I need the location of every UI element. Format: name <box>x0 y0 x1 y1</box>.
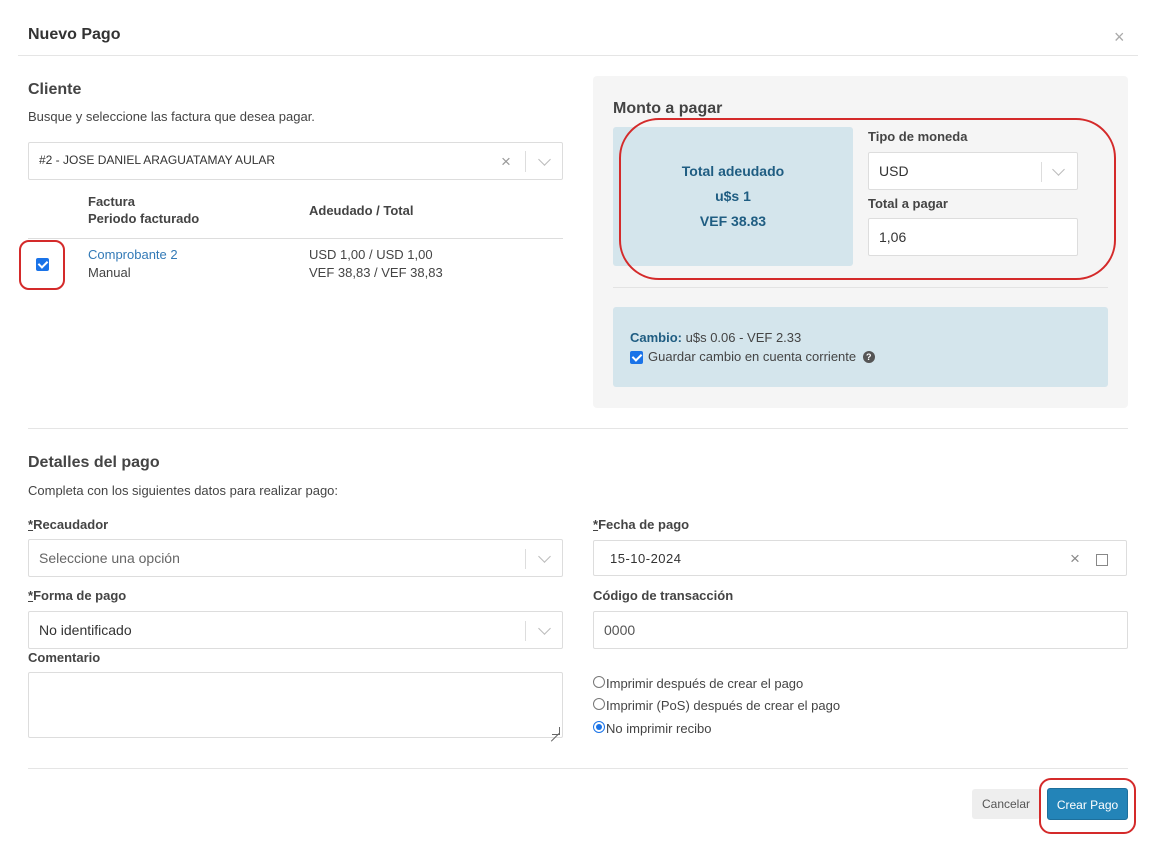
table-header-divider <box>28 238 563 239</box>
recaudador-select[interactable]: Seleccione una opción <box>28 539 563 577</box>
header-divider <box>18 55 1138 56</box>
chevron-down-icon[interactable] <box>538 550 551 563</box>
comentario-label: Comentario <box>28 650 101 665</box>
radio-no-print[interactable] <box>593 721 605 733</box>
cambio-value: u$s 0.06 - VEF 2.33 <box>685 330 802 345</box>
radio-print-after[interactable] <box>593 676 605 688</box>
select-separator <box>525 151 526 172</box>
radio-no-print-label[interactable]: No imprimir recibo <box>606 720 711 738</box>
help-icon[interactable]: ? <box>862 351 875 363</box>
save-change-line: Guardar cambio en cuenta corriente ? <box>648 349 875 364</box>
invoice-period: Manual <box>88 265 131 280</box>
cliente-title: Cliente <box>28 81 82 98</box>
radio-print-after-label[interactable]: Imprimir después de crear el pago <box>606 675 803 693</box>
th-adeudado: Adeudado / Total <box>309 203 414 218</box>
forma-label: *Forma de pago <box>28 588 127 603</box>
modal-title: Nuevo Pago <box>28 26 121 43</box>
chevron-down-icon[interactable] <box>538 153 551 166</box>
highlight-checkbox <box>19 240 65 290</box>
footer-divider <box>28 768 1128 769</box>
detalles-title: Detalles del pago <box>28 454 160 471</box>
th-factura: Factura Periodo facturado <box>88 194 200 226</box>
calendar-icon[interactable] <box>1096 554 1108 566</box>
invoice-link[interactable]: Comprobante 2 <box>88 246 178 264</box>
resize-handle[interactable] <box>552 727 560 735</box>
recaudador-label: *Recaudador <box>28 517 109 532</box>
clear-date-icon[interactable]: × <box>1070 550 1080 567</box>
save-change-checkbox[interactable] <box>630 351 643 364</box>
cambio-label: Cambio: <box>630 330 682 345</box>
chevron-down-icon[interactable] <box>538 622 551 635</box>
codigo-label: Código de transacción <box>593 588 734 603</box>
cambio-line: Cambio: u$s 0.06 - VEF 2.33 <box>630 330 801 345</box>
detalles-help: Completa con los siguientes datos para r… <box>28 483 339 498</box>
save-change-label: Guardar cambio en cuenta corriente <box>648 349 857 364</box>
cancel-button[interactable]: Cancelar <box>972 789 1040 819</box>
section-divider <box>28 428 1128 429</box>
forma-value: No identificado <box>39 622 132 638</box>
client-select[interactable]: #2 - JOSE DANIEL ARAGUATAMAY AULAR × <box>28 142 563 180</box>
amount-usd: USD 1,00 / USD 1,00 <box>309 247 433 262</box>
amount-vef: VEF 38,83 / VEF 38,83 <box>309 265 443 280</box>
client-select-value: #2 - JOSE DANIEL ARAGUATAMAY AULAR <box>39 153 276 167</box>
select-separator <box>525 549 526 569</box>
recaudador-placeholder: Seleccione una opción <box>39 550 180 566</box>
fecha-label: *Fecha de pago <box>593 517 690 532</box>
fecha-value: 15-10-2024 <box>610 551 682 566</box>
codigo-value: 0000 <box>604 622 636 638</box>
close-icon[interactable]: × <box>1114 28 1125 46</box>
fecha-input[interactable]: 15-10-2024 × <box>593 540 1127 576</box>
highlight-submit <box>1039 778 1136 834</box>
panel-divider <box>613 287 1108 288</box>
select-separator <box>525 621 526 641</box>
table-row: Comprobante 2 Manual USD 1,00 / USD 1,00… <box>28 246 563 286</box>
comentario-textarea[interactable] <box>28 672 563 738</box>
monto-title: Monto a pagar <box>613 100 723 117</box>
highlight-monto <box>619 118 1116 280</box>
cambio-box: Cambio: u$s 0.06 - VEF 2.33 Guardar camb… <box>613 307 1108 387</box>
radio-print-pos[interactable] <box>593 698 605 710</box>
codigo-input[interactable]: 0000 <box>593 611 1128 649</box>
radio-print-pos-label[interactable]: Imprimir (PoS) después de crear el pago <box>606 697 840 715</box>
cliente-help: Busque y seleccione las factura que dese… <box>28 109 315 124</box>
forma-select[interactable]: No identificado <box>28 611 563 649</box>
clear-icon[interactable]: × <box>501 153 511 170</box>
